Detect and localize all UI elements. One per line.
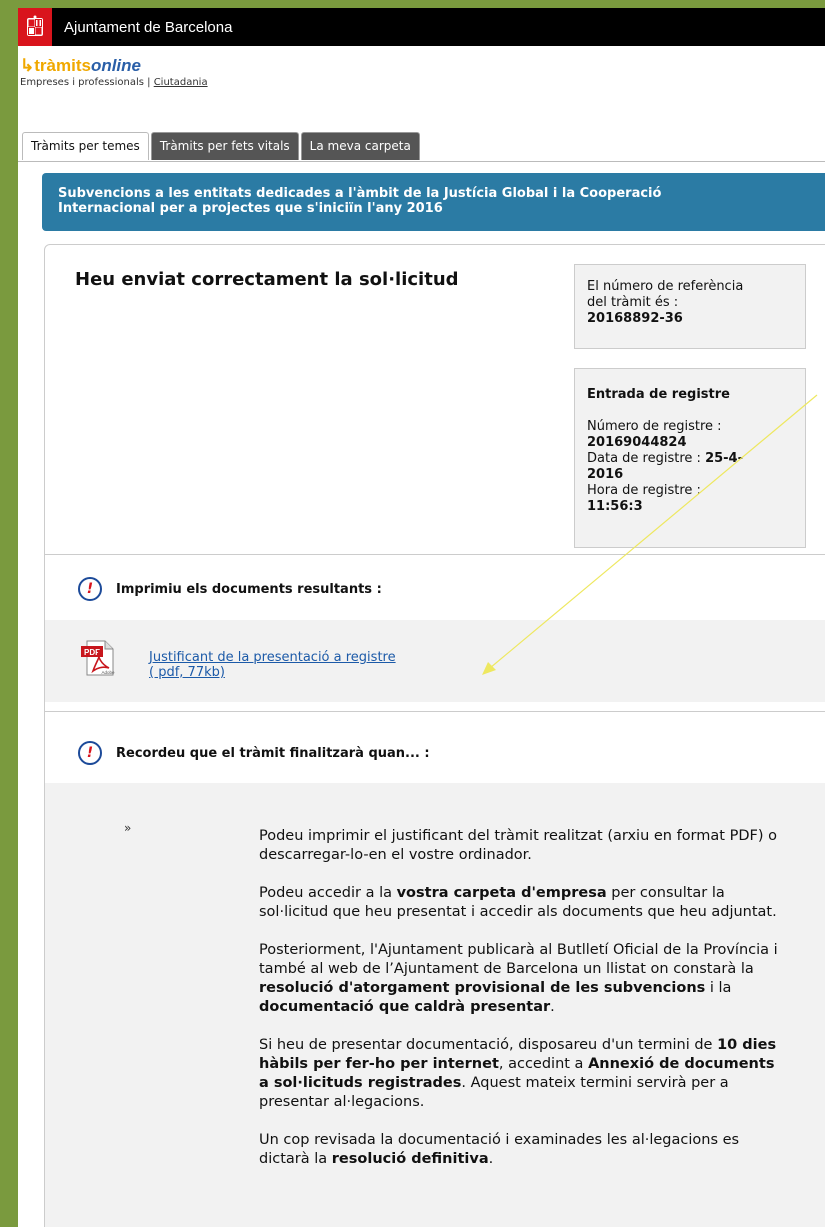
- tab-tramits-per-fets-vitals[interactable]: Tràmits per fets vitals: [150, 132, 299, 160]
- next-steps-text: Podeu imprimir el justificant del tràmit…: [259, 827, 789, 1188]
- registry-box: Entrada de registre Número de registre :…: [574, 368, 806, 548]
- tab-la-meva-carpeta[interactable]: La meva carpeta: [300, 132, 420, 160]
- reference-label-1: El número de referència: [587, 279, 744, 294]
- pdf-icon-brand: Adobe: [101, 670, 115, 675]
- registry-time: 11:56:3: [587, 499, 643, 514]
- org-title[interactable]: Ajuntament de Barcelona: [64, 19, 232, 36]
- page-frame: Ajuntament de Barcelona ↳tràmitsonline E…: [18, 8, 825, 1227]
- registry-number: 20169044824: [587, 435, 687, 450]
- paragraph-4: Si heu de presentar documentació, dispos…: [259, 1037, 777, 1110]
- paragraph-3: Posteriorment, l'Ajuntament publicarà al…: [259, 942, 778, 1015]
- registry-time-label: Hora de registre :: [587, 483, 701, 498]
- paragraph-2: Podeu accedir a la vostra carpeta d'empr…: [259, 885, 777, 920]
- registry-number-label: Número de registre :: [587, 419, 722, 434]
- bullet-icon: »: [124, 821, 132, 835]
- banner-line-2: Internacional per a projectes que s'inic…: [58, 201, 443, 216]
- alert-icon: !: [78, 741, 102, 765]
- citizens-link[interactable]: Ciutadania: [154, 77, 208, 88]
- tab-bar: Tràmits per temes Tràmits per fets vital…: [22, 132, 420, 160]
- registry-title: Entrada de registre: [587, 387, 730, 402]
- reference-label-2: del tràmit és :: [587, 295, 679, 310]
- brand-area: ↳tràmitsonline Empreses i professionals …: [18, 46, 825, 104]
- divider: [45, 711, 825, 712]
- logo-arrow-icon: ↳: [20, 56, 35, 75]
- remember-section-header: ! Recordeu que el tràmit finalitzarà qua…: [45, 727, 825, 779]
- pdf-file-icon[interactable]: PDF Adobe: [79, 638, 117, 678]
- documents-list: PDF Adobe Justificant de la presentació …: [45, 620, 825, 702]
- reference-box: El número de referència del tràmit és : …: [574, 264, 806, 349]
- next-steps-section: » Podeu imprimir el justificant del tràm…: [45, 783, 825, 1227]
- print-section-header: ! Imprimiu els documents resultants :: [45, 563, 825, 615]
- registry-date-row: Data de registre : 25-4-: [587, 451, 743, 466]
- paragraph-1: Podeu imprimir el justificant del tràmit…: [259, 828, 777, 863]
- print-section-title: Imprimiu els documents resultants :: [116, 581, 382, 597]
- alert-icon: !: [78, 577, 102, 601]
- registry-receipt-link[interactable]: Justificant de la presentació a registre…: [149, 650, 396, 680]
- tramits-online-logo[interactable]: ↳tràmitsonline: [20, 56, 825, 76]
- confirmation-panel: Heu enviat correctament la sol·licitud E…: [44, 244, 825, 1227]
- paragraph-5: Un cop revisada la documentació i examin…: [259, 1132, 740, 1167]
- tab-divider: [18, 161, 825, 162]
- audience-companies: Empreses i professionals |: [20, 77, 151, 88]
- company-folder-link[interactable]: vostra carpeta d'empresa: [397, 885, 607, 901]
- audience-links: Empreses i professionals | Ciutadania: [20, 77, 825, 88]
- procedure-title-banner: Subvencions a les entitats dedicades a l…: [42, 173, 825, 231]
- barcelona-shield-icon[interactable]: [18, 8, 52, 46]
- registry-date-year: 2016: [587, 467, 624, 482]
- reference-number: 20168892-36: [587, 311, 683, 326]
- pdf-icon-label: PDF: [84, 648, 100, 657]
- page-title: Heu enviat correctament la sol·licitud: [75, 269, 459, 290]
- remember-section-title: Recordeu que el tràmit finalitzarà quan.…: [116, 745, 430, 761]
- banner-line-1: Subvencions a les entitats dedicades a l…: [58, 186, 662, 201]
- tab-tramits-per-temes[interactable]: Tràmits per temes: [22, 132, 149, 160]
- registry-date: 25-4-: [705, 451, 743, 466]
- top-bar: Ajuntament de Barcelona: [18, 8, 825, 46]
- divider: [45, 554, 825, 555]
